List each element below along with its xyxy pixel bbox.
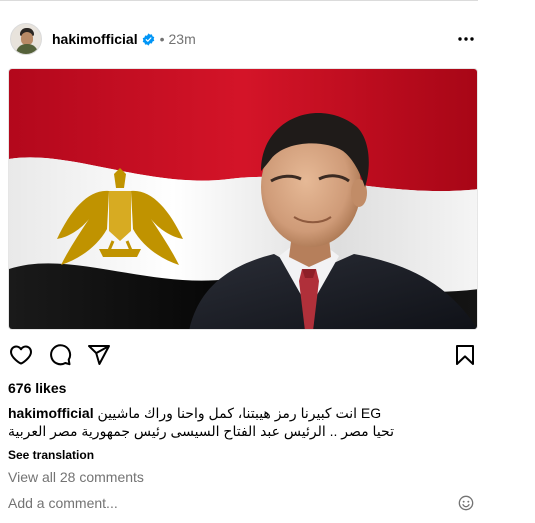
action-bar (8, 342, 478, 368)
share-icon[interactable] (86, 342, 112, 368)
comment-input[interactable] (8, 495, 458, 511)
heart-icon[interactable] (8, 342, 34, 368)
emoji-icon[interactable] (458, 495, 474, 511)
verified-badge-icon (142, 32, 155, 46)
more-options-icon[interactable] (454, 27, 478, 51)
post-image[interactable] (8, 68, 478, 330)
add-comment-row (8, 493, 474, 513)
caption-line-2: تحيا مصر .. الرئيس عبد الفتاح السيسى رئي… (8, 423, 394, 439)
separator-dot: • (159, 31, 165, 47)
comment-icon[interactable] (47, 342, 73, 368)
post-time[interactable]: 23m (169, 31, 196, 47)
avatar[interactable] (10, 23, 42, 55)
post-caption: hakimofficial EG انت كبيرنا رمز هيبتنا، … (8, 404, 478, 440)
likes-count[interactable]: 676 likes (8, 380, 66, 396)
see-translation-link[interactable]: See translation (8, 448, 94, 462)
username[interactable]: hakimofficial (52, 31, 138, 47)
caption-username[interactable]: hakimofficial (8, 405, 94, 421)
post-header: hakimofficial • 23m (10, 20, 478, 58)
caption-line-1: EG انت كبيرنا رمز هيبتنا، كمل واحنا وراك… (97, 405, 382, 421)
top-divider (0, 0, 478, 1)
bookmark-icon[interactable] (452, 342, 478, 368)
view-comments-link[interactable]: View all 28 comments (8, 469, 144, 485)
